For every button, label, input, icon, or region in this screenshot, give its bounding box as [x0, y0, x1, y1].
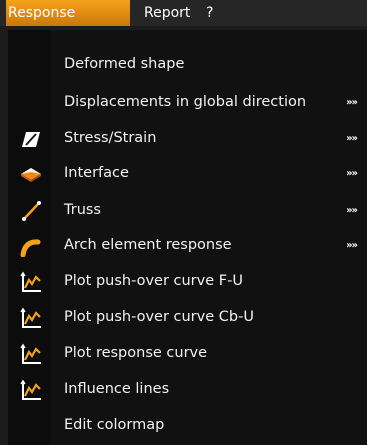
- menu-item-pushover-f-u[interactable]: Plot push-over curve F-U: [8, 266, 367, 297]
- menu-item-label: Influence lines: [64, 381, 170, 397]
- arch-icon: [20, 239, 41, 257]
- plot-curve-icon: [20, 307, 41, 328]
- menu-item-stress-strain[interactable]: Stress/Strain »»: [8, 123, 367, 154]
- menu-report[interactable]: Report: [144, 0, 190, 26]
- submenu-arrow-icon: »»: [346, 168, 358, 179]
- submenu-arrow-icon: »»: [346, 97, 358, 108]
- menu-item-label: Truss: [64, 202, 101, 218]
- menu-item-label: Deformed shape: [64, 56, 185, 72]
- menu-item-label: Interface: [64, 165, 129, 181]
- menu-item-label: Plot push-over curve F-U: [64, 273, 243, 289]
- menu-item-label: Plot response curve: [64, 345, 208, 361]
- menu-item-truss[interactable]: Truss »»: [8, 195, 367, 226]
- menu-item-deformed-shape[interactable]: Deformed shape: [8, 49, 367, 80]
- plot-curve-icon: [20, 379, 41, 400]
- menu-response[interactable]: Response: [6, 0, 130, 26]
- truss-icon: [22, 201, 41, 221]
- menu-item-displacements[interactable]: Displacements in global direction »»: [8, 87, 367, 118]
- menu-item-influence-lines[interactable]: Influence lines: [8, 374, 367, 405]
- menu-item-response-curve[interactable]: Plot response curve: [8, 338, 367, 369]
- interface-icon: [21, 168, 41, 182]
- submenu-arrow-icon: »»: [346, 240, 358, 251]
- plot-curve-icon: [20, 271, 41, 292]
- menu-item-pushover-cb-u[interactable]: Plot push-over curve Cb-U: [8, 302, 367, 333]
- menu-item-label: Edit colormap: [64, 417, 165, 433]
- menu-item-label: Arch element response: [64, 237, 232, 253]
- plot-curve-icon: [20, 343, 41, 364]
- menu-item-label: Plot push-over curve Cb-U: [64, 309, 254, 325]
- stress-strain-icon: [22, 132, 40, 147]
- submenu-arrow-icon: »»: [346, 133, 358, 144]
- menu-item-label: Stress/Strain: [64, 130, 157, 146]
- menu-item-interface[interactable]: Interface »»: [8, 158, 367, 189]
- menu-bar: Response Report ?: [0, 0, 367, 26]
- menu-item-label: Displacements in global direction: [64, 94, 307, 110]
- submenu-arrow-icon: »»: [346, 205, 358, 216]
- menu-item-edit-colormap[interactable]: Edit colormap: [8, 410, 367, 441]
- menu-item-arch-element[interactable]: Arch element response »»: [8, 230, 367, 261]
- menu-help[interactable]: ?: [206, 0, 213, 26]
